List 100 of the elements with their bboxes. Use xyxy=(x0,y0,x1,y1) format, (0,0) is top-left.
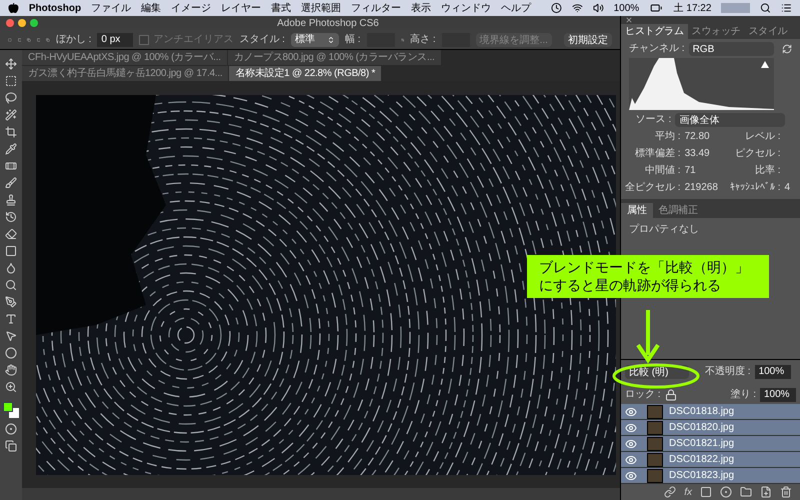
hand-icon[interactable] xyxy=(5,364,17,376)
eraser-icon[interactable] xyxy=(5,228,17,240)
stat-value: 72.80 xyxy=(684,130,711,144)
stat-label: 標準偏差 : xyxy=(634,146,681,161)
clock-icon[interactable] xyxy=(551,2,562,14)
eye-icon[interactable] xyxy=(625,406,637,418)
channel-label: チャンネル : xyxy=(629,42,685,56)
pointer-icon[interactable] xyxy=(5,330,17,342)
droplet-icon[interactable] xyxy=(5,262,17,274)
layer-row[interactable]: DSC01818.jpg xyxy=(621,404,800,420)
app-menu[interactable]: Photoshop xyxy=(28,0,82,16)
pen-icon[interactable] xyxy=(5,296,17,308)
brush-icon[interactable] xyxy=(5,177,17,189)
menu-item[interactable]: ファイル xyxy=(91,0,132,16)
close-button[interactable] xyxy=(6,19,14,27)
opacity-label: 不透明度 : xyxy=(705,364,751,379)
fill-field[interactable]: 100% xyxy=(760,388,796,402)
layer-thumbnail xyxy=(647,404,663,418)
stat-value: 219268 xyxy=(684,181,718,195)
stepper-icon xyxy=(326,36,335,44)
stat-label: ピクセル : xyxy=(734,147,780,161)
layer-row[interactable]: DSC01821.jpg xyxy=(621,436,800,452)
layer-thumbnail xyxy=(647,420,663,434)
channel-dropdown[interactable]: RGB xyxy=(688,42,774,56)
zoom-icon[interactable] xyxy=(5,381,17,393)
menu-item[interactable]: 表示 xyxy=(411,0,432,16)
eye-icon[interactable] xyxy=(625,438,637,450)
minimize-button[interactable] xyxy=(18,19,26,27)
stat-value: 33.49 xyxy=(684,147,711,161)
layer-row[interactable]: DSC01820.jpg xyxy=(621,420,800,436)
search-icon[interactable] xyxy=(760,2,772,14)
annotation-text: ブレンドモードを「比較（明）」 xyxy=(539,259,750,276)
stat-label: 比率 : xyxy=(754,164,780,178)
type-icon[interactable] xyxy=(5,313,17,325)
menu-item[interactable]: レイヤー xyxy=(221,0,262,16)
feather-field[interactable]: 0 px xyxy=(97,32,134,46)
properties-message: プロパティなし xyxy=(628,222,700,237)
ellipse-icon[interactable] xyxy=(5,347,17,359)
battery-icon[interactable] xyxy=(649,2,664,14)
document-tab[interactable]: 名称未設定1 @ 22.8% (RGB/8) * xyxy=(229,66,382,81)
eye-icon[interactable] xyxy=(625,454,637,466)
eye-icon[interactable] xyxy=(625,470,637,482)
fx-icon[interactable]: fx xyxy=(684,484,692,500)
stat-label: ｷｬｯｼｭﾚﾍﾞﾙ : xyxy=(730,180,780,195)
style-dropdown[interactable]: 標準 xyxy=(290,32,339,46)
menu-item[interactable]: ヘルプ xyxy=(501,0,532,16)
stat-label: 平均 : xyxy=(654,130,681,144)
layer-thumbnail xyxy=(647,436,663,450)
clock-text[interactable]: 土 17:22 xyxy=(674,0,712,16)
folder-icon[interactable] xyxy=(740,486,752,498)
source-dropdown[interactable]: 画像全体 xyxy=(675,112,786,126)
stat-value: 4 xyxy=(784,181,790,195)
link-icon[interactable] xyxy=(664,486,676,498)
new-layer-icon[interactable] xyxy=(760,486,772,498)
stamp-icon[interactable] xyxy=(5,194,17,206)
menu-item[interactable]: 編集 xyxy=(141,0,162,16)
volume-icon[interactable] xyxy=(592,2,604,14)
close-icon[interactable] xyxy=(625,16,633,24)
marquee-icon[interactable] xyxy=(5,75,17,87)
apple-icon[interactable] xyxy=(8,2,19,14)
menu-item[interactable]: 選択範囲 xyxy=(301,0,342,16)
height-label: 高さ : xyxy=(410,32,436,47)
document-tab[interactable]: カノープス800.jpg @ 100% (カラーバランス... xyxy=(228,50,441,65)
layer-row[interactable]: DSC01823.jpg xyxy=(621,468,800,484)
layer-name: DSC01822.jpg xyxy=(669,453,734,467)
menu-item[interactable]: フィルター xyxy=(351,0,402,16)
layer-name: DSC01821.jpg xyxy=(669,437,734,451)
color-swatch[interactable] xyxy=(3,402,19,418)
layer-name: DSC01820.jpg xyxy=(669,421,734,435)
window-title: Adobe Photoshop CS6 xyxy=(276,16,380,30)
annotation-text: にすると星の軌跡が得られる xyxy=(539,276,722,294)
menu-item[interactable]: 書式 xyxy=(271,0,292,16)
zoom-button[interactable] xyxy=(30,19,38,27)
trash-icon[interactable] xyxy=(780,486,792,498)
lasso-icon[interactable] xyxy=(5,92,17,104)
panel-tab[interactable]: 属性 xyxy=(621,203,652,218)
lock-icon[interactable] xyxy=(664,388,677,400)
layer-row[interactable]: DSC01822.jpg xyxy=(621,452,800,468)
lock-label: ロック : xyxy=(625,388,661,402)
source-label: ソース : xyxy=(636,113,672,127)
panel-tab[interactable]: ヒストグラム xyxy=(621,24,688,39)
eye-icon[interactable] xyxy=(625,422,637,434)
workspace-dropdown[interactable]: 初期設定 xyxy=(564,32,612,46)
magic-wand-icon[interactable] xyxy=(5,109,17,121)
bandage-icon[interactable] xyxy=(5,160,17,172)
refresh-icon[interactable] xyxy=(782,42,792,54)
opacity-field[interactable]: 100% xyxy=(754,364,791,378)
list-icon[interactable] xyxy=(781,2,792,14)
width-label: 幅 : xyxy=(344,33,360,47)
layer-name: DSC01823.jpg xyxy=(669,469,734,483)
layer-thumbnail xyxy=(647,468,663,482)
menu-item[interactable]: イメージ xyxy=(171,0,212,16)
document-tab[interactable]: CFh-HVyUEAAptXS.jpg @ 100% (カラーバ... xyxy=(22,50,227,65)
menu-item[interactable]: ウィンドウ xyxy=(441,0,492,16)
blurred-block xyxy=(721,3,750,13)
document-tab[interactable]: ガス漂く杓子岳白馬鑓ヶ岳1200.jpg @ 17.4... xyxy=(22,66,228,81)
crop-icon[interactable] xyxy=(5,126,17,138)
annotation-arrow xyxy=(636,310,660,364)
move-icon[interactable] xyxy=(5,58,17,70)
eyedropper-icon[interactable] xyxy=(5,143,17,155)
